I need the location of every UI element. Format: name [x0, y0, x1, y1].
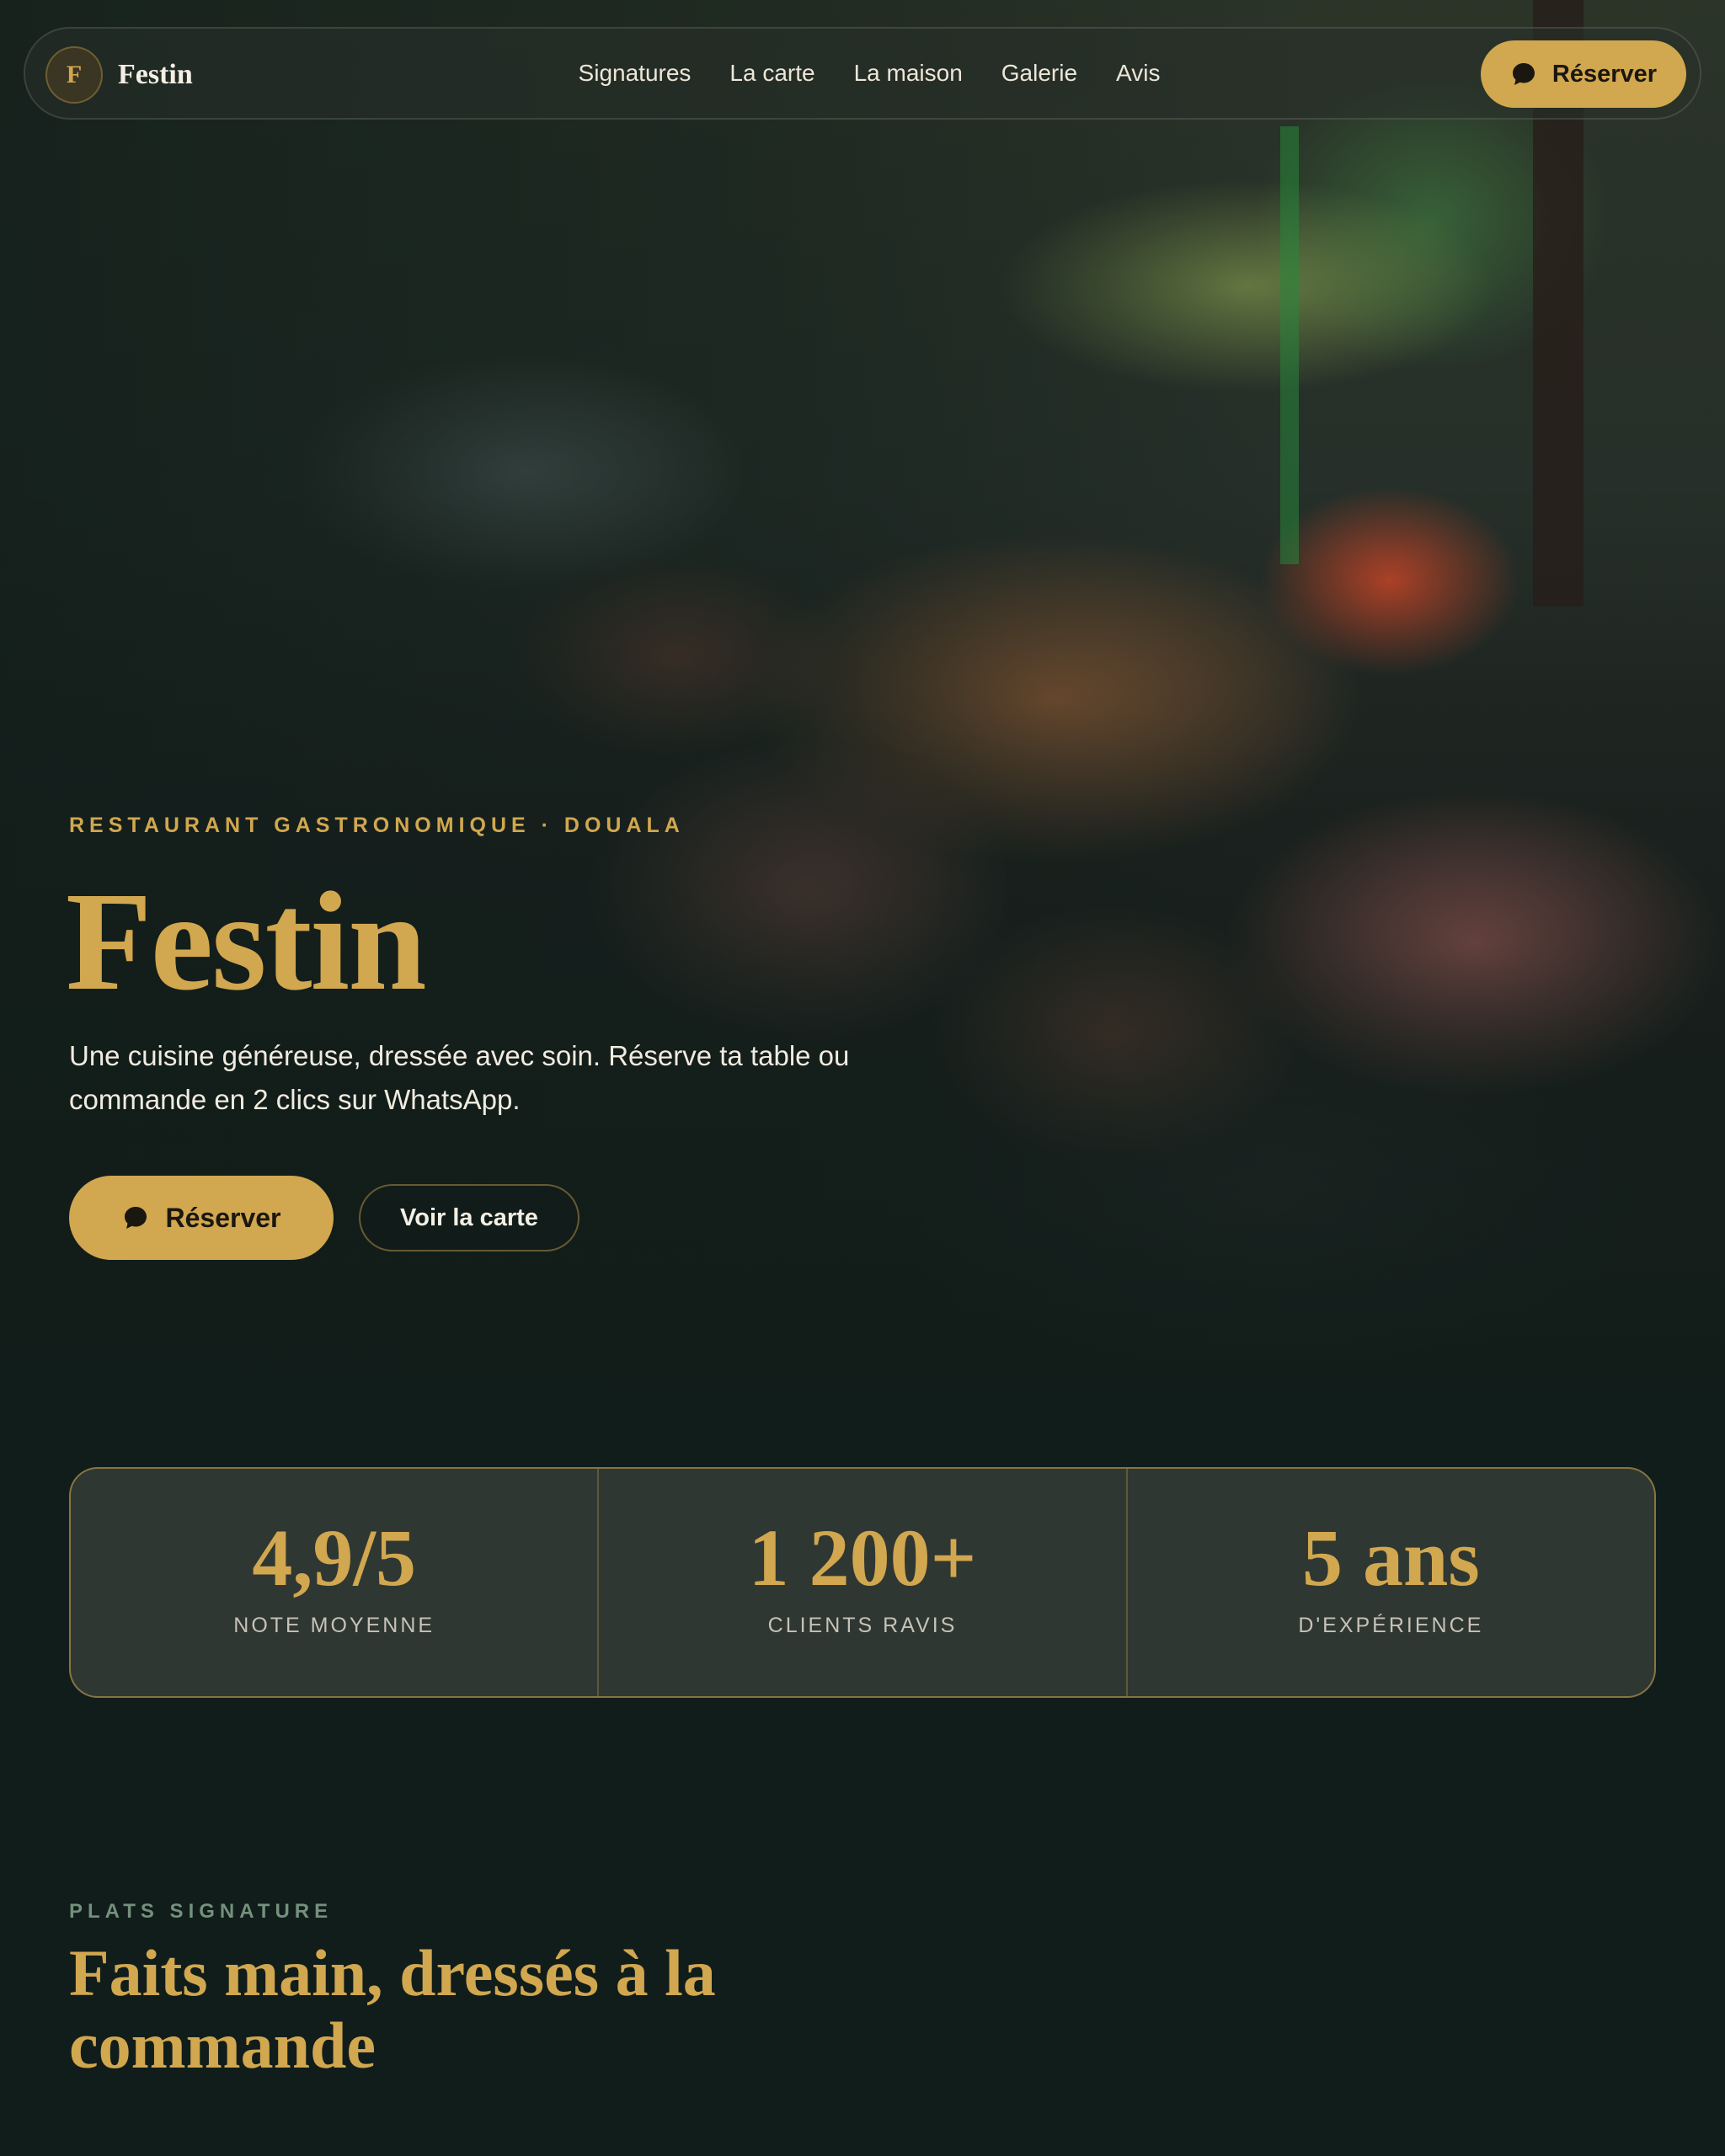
nav-reserve-label: Réserver — [1551, 60, 1658, 88]
stats-card: 4,9/5 NOTE MOYENNE 1 200+ CLIENTS RAVIS … — [69, 1467, 1656, 1698]
chat-bubble-icon — [1512, 63, 1535, 85]
stat-label: NOTE MOYENNE — [233, 1614, 435, 1637]
stat-clients: 1 200+ CLIENTS RAVIS — [597, 1469, 1125, 1696]
hero-section: F Festin Signatures La carte La maison G… — [0, 0, 1725, 1381]
nav-link-avis[interactable]: Avis — [1116, 60, 1160, 87]
hero-reserve-label: Réserver — [165, 1202, 281, 1233]
signature-title: Faits main, dressés à la commande — [69, 1936, 716, 2082]
stat-value: 1 200+ — [748, 1513, 977, 1603]
view-menu-button[interactable]: Voir la carte — [359, 1184, 579, 1251]
chat-bubble-icon — [124, 1207, 147, 1229]
hero-subtitle: Une cuisine généreuse, dressée avec soin… — [69, 1040, 850, 1115]
hero-reserve-button[interactable]: Réserver — [69, 1176, 334, 1260]
stat-label: D'EXPÉRIENCE — [1298, 1614, 1484, 1637]
signature-eyebrow: PLATS SIGNATURE — [69, 1900, 334, 1923]
nav-reserve-button[interactable]: Réserver — [1481, 40, 1686, 108]
hero-eyebrow: RESTAURANT GASTRONOMIQUE · DOUALA — [69, 814, 685, 837]
nav-link-la-carte[interactable]: La carte — [729, 60, 814, 87]
stat-label: CLIENTS RAVIS — [767, 1614, 958, 1637]
nav-link-galerie[interactable]: Galerie — [1001, 60, 1077, 87]
nav-link-la-maison[interactable]: La maison — [854, 60, 963, 87]
top-navbar: F Festin Signatures La carte La maison G… — [24, 27, 1701, 120]
stat-rating: 4,9/5 NOTE MOYENNE — [71, 1469, 597, 1696]
stat-experience: 5 ans D'EXPÉRIENCE — [1125, 1469, 1654, 1696]
stat-value: 5 ans — [1301, 1513, 1480, 1603]
nav-link-signatures[interactable]: Signatures — [579, 60, 692, 87]
stat-value: 4,9/5 — [252, 1513, 416, 1603]
hero-title: Festin — [66, 863, 427, 1020]
hero-overlay — [0, 0, 1725, 1381]
nav-links: Signatures La carte La maison Galerie Av… — [25, 29, 1700, 118]
